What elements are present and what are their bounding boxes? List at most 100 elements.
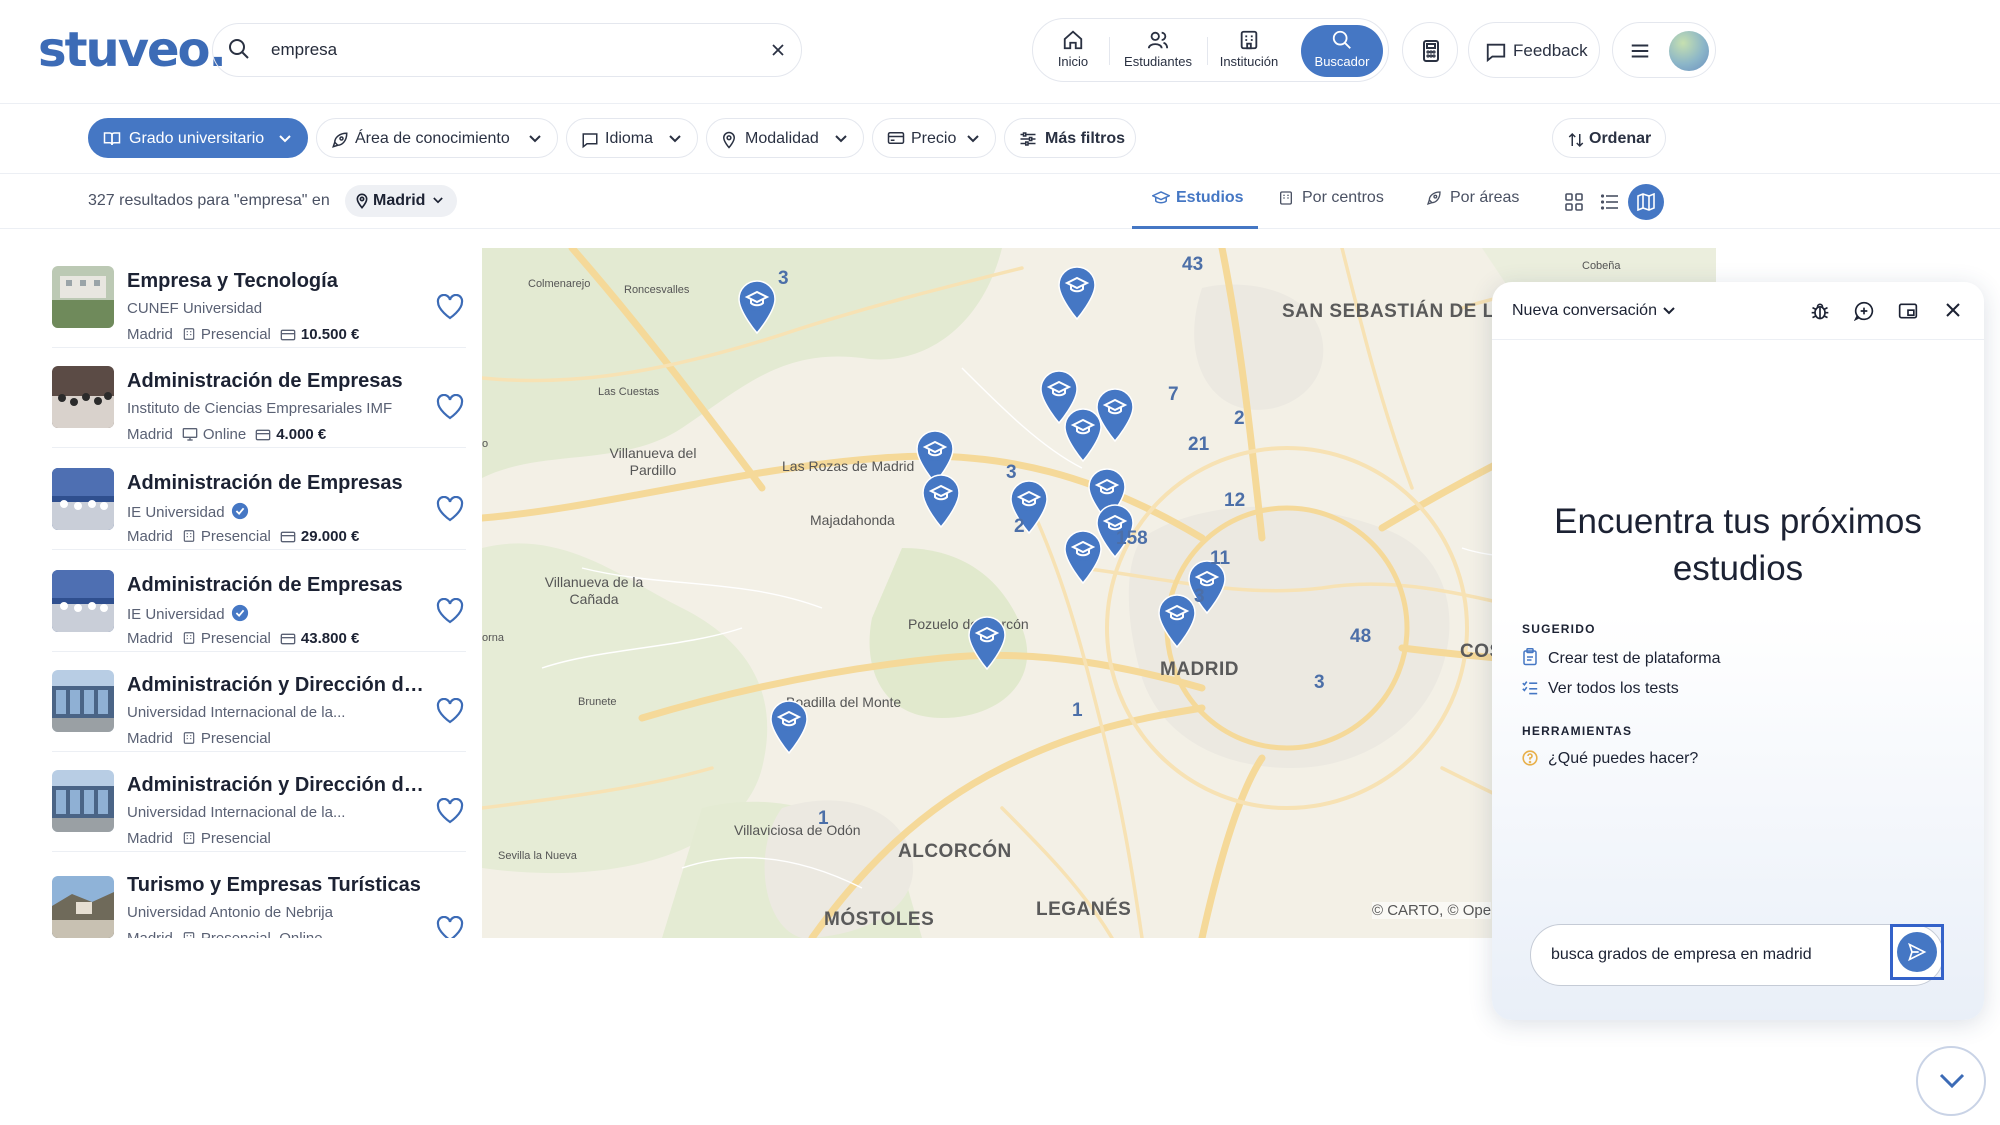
favorite-heart-icon[interactable]	[436, 798, 464, 824]
list-item[interactable]: Turismo y Empresas Turísticas Universida…	[52, 852, 466, 938]
assistant-chat-panel: Nueva conversación Encuentra tus próximo…	[1492, 282, 1984, 1020]
clear-search-icon[interactable]	[769, 41, 787, 59]
program-title: Administración y Dirección de...	[127, 674, 427, 696]
modality-label: Presencial	[200, 830, 271, 847]
program-title: Administración de Empresas	[127, 370, 403, 392]
map-label-leganes: LEGANÉS	[1036, 899, 1132, 920]
program-title: Turismo y Empresas Turísticas	[127, 874, 421, 896]
new-chat-icon[interactable]	[1854, 301, 1874, 321]
modality-label: Presencial	[200, 630, 271, 647]
filter-mas-filtros[interactable]: Más filtros	[1004, 118, 1136, 158]
chat-input-value[interactable]: busca grados de empresa en madrid	[1551, 946, 1812, 964]
send-button[interactable]	[1890, 924, 1944, 980]
nav-estudiantes[interactable]: Estudiantes	[1115, 25, 1201, 77]
search-input[interactable]: empresa	[271, 40, 337, 60]
map-view-button[interactable]	[1628, 184, 1664, 220]
favorite-heart-icon[interactable]	[436, 598, 464, 624]
search-bar[interactable]: empresa	[212, 23, 802, 77]
account-menu[interactable]	[1612, 22, 1716, 78]
list-item[interactable]: Administración de Empresas Instituto de …	[52, 348, 466, 448]
nav-inicio[interactable]: Inicio	[1043, 25, 1103, 77]
marker-count: 43	[1182, 254, 1204, 275]
location-selector[interactable]: Madrid	[345, 185, 457, 217]
map-label-edge: o	[482, 438, 489, 450]
favorite-heart-icon[interactable]	[436, 394, 464, 420]
institution-name: Universidad Internacional de la...	[127, 704, 427, 721]
suggestion-all-tests[interactable]: Ver todos los tests	[1522, 680, 1679, 698]
building-icon	[1240, 30, 1258, 50]
favorite-heart-icon[interactable]	[436, 698, 464, 724]
sort-button[interactable]: Ordenar	[1552, 118, 1666, 158]
map-label-las-cuestas: Las Cuestas	[598, 386, 660, 398]
program-thumbnail	[52, 770, 114, 832]
grid-view-button[interactable]	[1556, 184, 1592, 220]
map-marker-pin-icon[interactable]	[736, 278, 778, 334]
map-marker-pin-icon[interactable]	[966, 614, 1008, 670]
list-item[interactable]: Administración de Empresas IE Universida…	[52, 552, 466, 652]
nav-buscador[interactable]: Buscador	[1301, 25, 1383, 77]
nav-institucion[interactable]: Institución	[1211, 25, 1287, 77]
marker-count: 12	[1224, 490, 1246, 511]
list-item[interactable]: Administración y Dirección de... Univers…	[52, 752, 466, 852]
avatar[interactable]	[1669, 31, 1709, 71]
program-meta: Madrid Presencial 10.500 €	[127, 326, 359, 343]
suggestion-label: Ver todos los tests	[1548, 680, 1679, 697]
filter-modalidad[interactable]: Modalidad	[706, 118, 864, 158]
monitor-icon	[182, 428, 198, 441]
list-item[interactable]: Empresa y Tecnología CUNEF Universidad M…	[52, 248, 466, 348]
map-label-alcorcon: ALCORCÓN	[898, 841, 1012, 862]
hamburger-menu-icon	[1631, 44, 1649, 58]
favorite-heart-icon[interactable]	[436, 496, 464, 522]
feedback-button[interactable]: Feedback	[1468, 22, 1600, 78]
map-label-majadahonda: Majadahonda	[810, 512, 895, 528]
map-marker-pin-icon[interactable]	[1062, 528, 1104, 584]
chevron-down-icon	[1939, 1073, 1965, 1089]
filter-precio[interactable]: Precio	[872, 118, 996, 158]
tab-label: Por centros	[1302, 189, 1384, 206]
program-title: Administración de Empresas	[127, 472, 403, 494]
popout-window-icon[interactable]	[1898, 301, 1918, 321]
list-item[interactable]: Administración de Empresas IE Universida…	[52, 450, 466, 550]
program-thumbnail	[52, 876, 114, 938]
marker-count: 3	[778, 268, 789, 289]
filter-grado-universitario[interactable]: Grado universitario	[88, 118, 308, 158]
map-marker-pin-icon[interactable]	[920, 472, 962, 528]
checklist-icon	[1522, 681, 1538, 695]
marker-count: 2	[1014, 516, 1025, 537]
chat-input[interactable]: busca grados de empresa en madrid	[1530, 924, 1944, 986]
bug-report-icon[interactable]	[1810, 301, 1830, 321]
tool-what-can-you-do[interactable]: ¿Qué puedes hacer?	[1522, 750, 1698, 768]
program-meta: Madrid Online 4.000 €	[127, 426, 326, 443]
list-view-button[interactable]	[1592, 184, 1628, 220]
map-marker-pin-icon[interactable]	[768, 698, 810, 754]
filter-area-conocimiento[interactable]: Área de conocimiento	[316, 118, 558, 158]
map-label-madrid: MADRID	[1160, 659, 1239, 680]
conversation-selector[interactable]: Nueva conversación	[1512, 302, 1675, 320]
message-icon	[1486, 43, 1506, 63]
graduation-cap-icon	[1152, 191, 1170, 204]
institution-name: IE Universidad	[127, 604, 427, 623]
money-icon	[255, 429, 271, 441]
institution-label: CUNEF Universidad	[127, 300, 263, 317]
map-label-san-sebastian: SAN SEBASTIÁN DE LOS REYES	[1282, 302, 1595, 322]
program-title: Empresa y Tecnología	[127, 270, 338, 292]
calculator-button[interactable]	[1402, 22, 1458, 78]
program-meta: Madrid Presencial, Online	[127, 930, 323, 938]
location-label: Madrid	[373, 192, 426, 209]
map-marker-pin-icon[interactable]	[1056, 264, 1098, 320]
modality-label: Presencial	[200, 528, 271, 545]
suggestion-create-test[interactable]: Crear test de plataforma	[1522, 648, 1721, 668]
close-icon[interactable]	[1944, 301, 1962, 319]
active-tab-indicator	[1132, 226, 1258, 229]
nav-institucion-label: Institución	[1219, 54, 1279, 69]
chevron-down-icon	[669, 135, 681, 143]
institution-label: Universidad Internacional de la...	[127, 704, 346, 721]
map-marker-pin-icon[interactable]	[1156, 592, 1198, 648]
scroll-down-button[interactable]	[1916, 1046, 1986, 1116]
filter-idioma[interactable]: Idioma	[566, 118, 698, 158]
list-item[interactable]: Administración y Dirección de... Univers…	[52, 652, 466, 752]
favorite-heart-icon[interactable]	[436, 916, 464, 938]
favorite-heart-icon[interactable]	[436, 294, 464, 320]
map-marker-pin-icon[interactable]	[1062, 406, 1104, 462]
stuveo-logo[interactable]: stuveo.	[38, 22, 227, 78]
